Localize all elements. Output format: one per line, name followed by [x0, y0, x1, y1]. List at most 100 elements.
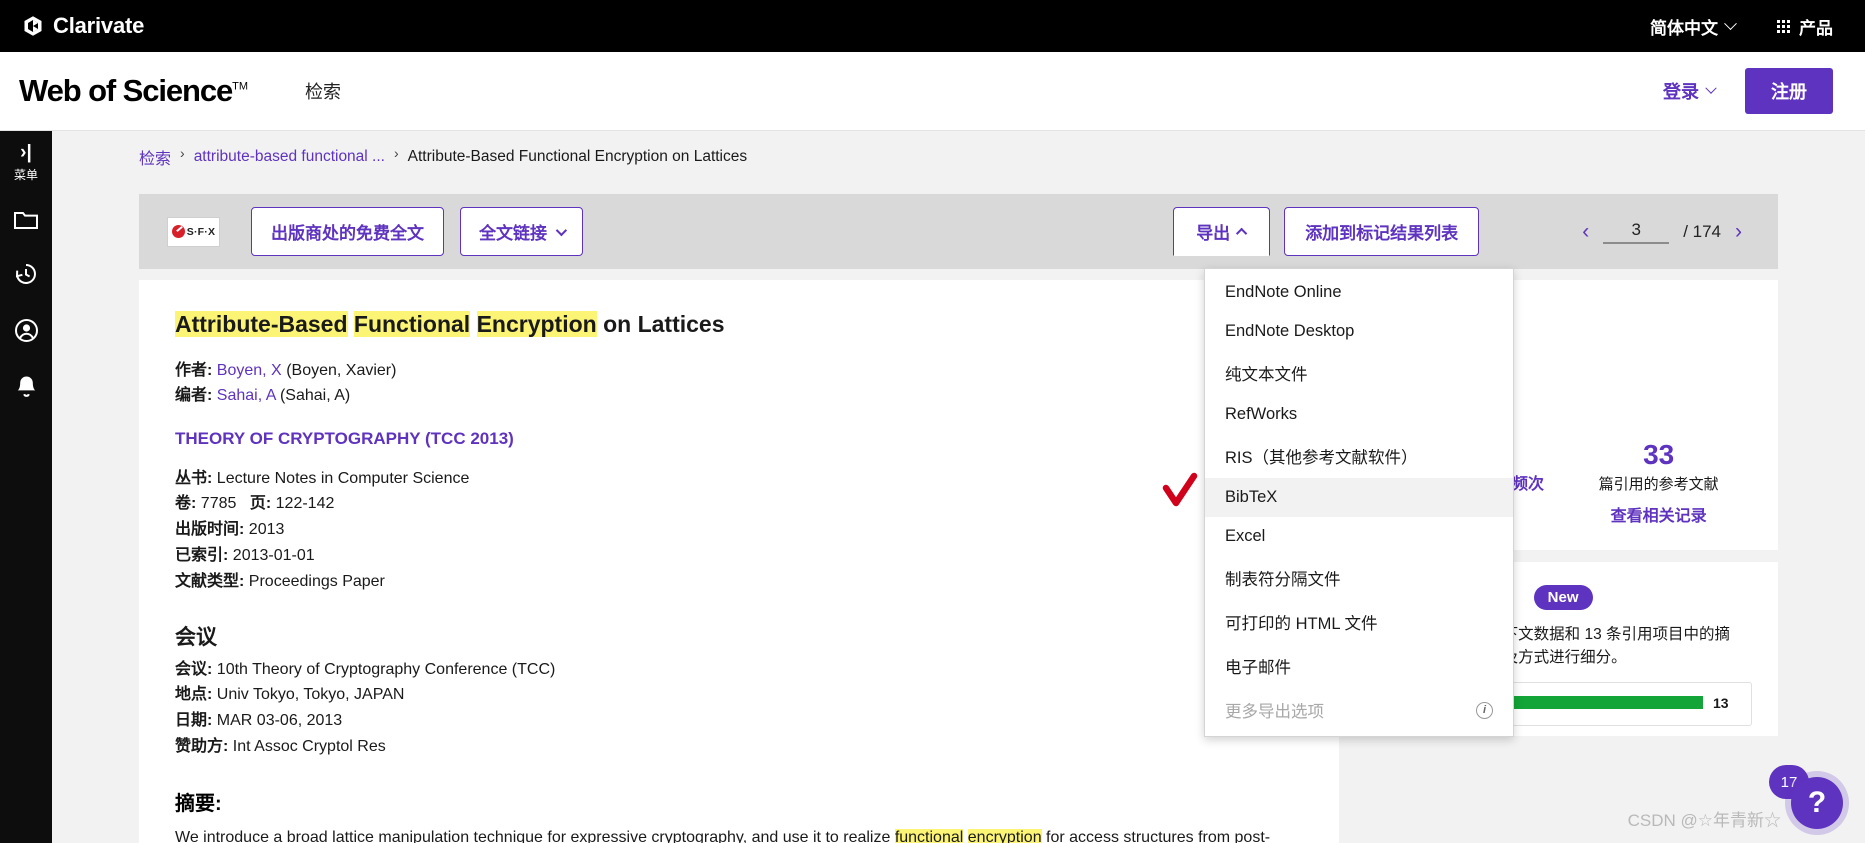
free-fulltext-button[interactable]: 出版商处的免费全文 — [251, 207, 444, 256]
chevron-left-icon[interactable]: ‹ — [1574, 220, 1597, 244]
category-bar-fill — [1495, 696, 1703, 709]
login-label: 登录 — [1663, 82, 1699, 102]
date-value: MAR 03-06, 2013 — [216, 712, 343, 730]
breadcrumb-item-search[interactable]: 检索 — [139, 145, 171, 169]
trademark-symbol: TM — [232, 80, 249, 93]
folder-icon — [14, 209, 38, 230]
export-menu-item[interactable]: 可打印的 HTML 文件 — [1205, 600, 1513, 644]
conference-name-line: 会议: 10th Theory of Cryptography Conferen… — [175, 658, 1303, 683]
doctype-line: 文献类型: Proceedings Paper — [175, 570, 1303, 595]
abstract-highlight-encryption: encryption — [967, 828, 1042, 843]
authors-line: 作者: Boyen, X (Boyen, Xavier) — [175, 359, 1303, 383]
chevron-right-icon[interactable]: › — [1727, 220, 1750, 244]
export-menu-item-label: 可打印的 HTML 文件 — [1225, 615, 1378, 633]
indexed-label: 已索引: — [175, 546, 229, 564]
date-label: 日期: — [175, 712, 213, 730]
record-title-highlight-1: Attribute-Based — [175, 311, 348, 337]
authors-label: 作者: — [175, 361, 213, 379]
profile-icon — [14, 318, 39, 343]
record-contributors: 作者: Boyen, X (Boyen, Xavier) 编者: Sahai, … — [175, 359, 1303, 409]
language-selector[interactable]: 简体中文 — [1650, 14, 1737, 39]
sponsor-value: Int Assoc Cryptol Res — [232, 737, 386, 755]
watermark-text: CSDN @☆年青新☆ — [1627, 811, 1781, 830]
category-bar-track — [1495, 696, 1703, 709]
sidebar-item-history[interactable] — [0, 262, 52, 286]
breadcrumb-separator-icon: › — [180, 145, 185, 161]
sidebar-item-profile[interactable] — [0, 318, 52, 343]
export-menu-item-label: 纯文本文件 — [1225, 366, 1308, 384]
chevron-down-icon — [1705, 82, 1717, 94]
export-menu-item[interactable]: 纯文本文件 — [1205, 351, 1513, 395]
doctype-value: Proceedings Paper — [248, 572, 385, 590]
history-icon — [14, 262, 38, 286]
help-question-icon[interactable]: ? — [1791, 777, 1843, 829]
clarivate-logo[interactable]: Clarivate — [22, 13, 144, 39]
record-pager: ‹ / 174 › — [1574, 219, 1750, 244]
clarivate-brand-name: Clarivate — [53, 13, 145, 38]
export-menu-item-label: BibTeX — [1225, 488, 1278, 506]
wos-product-logo[interactable]: Web of ScienceTM — [19, 73, 248, 109]
export-menu-item[interactable]: BibTeX — [1162, 472, 1513, 517]
export-menu-item-label: RefWorks — [1225, 405, 1298, 423]
authors-full: (Boyen, Xavier) — [286, 361, 397, 379]
pubdate-line: 出版时间: 2013 — [175, 518, 1303, 543]
export-menu-item[interactable]: RefWorks — [1205, 395, 1513, 434]
export-menu-item[interactable]: EndNote Desktop — [1205, 312, 1513, 351]
products-menu[interactable]: 产品 — [1777, 14, 1833, 39]
source-title-link[interactable]: THEORY OF CRYPTOGRAPHY (TCC 2013) — [175, 429, 1303, 449]
sfx-link-button[interactable]: S·F·X — [167, 216, 220, 247]
grid-apps-icon — [1777, 19, 1790, 33]
export-menu-item-label: RIS（其他参考文献软件） — [1225, 449, 1418, 467]
breadcrumb-item-query[interactable]: attribute-based functional ... — [194, 148, 385, 166]
chevron-down-icon — [555, 224, 568, 236]
export-menu-item-label: EndNote Online — [1225, 283, 1342, 301]
export-dropdown-menu[interactable]: EndNote Online EndNote Desktop 纯文本文件 RefWor… — [1162, 268, 1514, 737]
record-title-highlight-2: Functional — [353, 311, 471, 337]
doctype-label: 文献类型: — [175, 572, 245, 590]
export-menu-item[interactable]: Excel — [1205, 517, 1513, 556]
language-label: 简体中文 — [1650, 18, 1718, 38]
info-icon[interactable]: i — [1476, 701, 1493, 719]
sidebar-item-folder[interactable] — [0, 209, 52, 230]
products-label: 产品 — [1799, 18, 1833, 38]
register-button[interactable]: 注册 — [1745, 68, 1833, 114]
add-to-marked-list-button[interactable]: 添加到标记结果列表 — [1284, 207, 1480, 256]
export-menu-item[interactable]: EndNote Online — [1205, 273, 1513, 312]
fulltext-links-button[interactable]: 全文链接 — [460, 207, 583, 256]
page-number-input[interactable] — [1603, 219, 1670, 244]
record-publication-meta: 丛书: Lecture Notes in Computer Science 卷:… — [175, 467, 1303, 595]
sfx-logo-icon — [171, 225, 185, 238]
help-widget[interactable]: 17 ? — [1769, 765, 1843, 829]
login-button[interactable]: 登录 — [1663, 78, 1717, 104]
sidebar-item-alerts[interactable] — [0, 375, 52, 400]
wos-header: Web of ScienceTM 检索 登录 注册 — [0, 52, 1865, 131]
volume-label: 卷: — [175, 495, 197, 513]
export-menu-item[interactable]: 电子邮件 — [1205, 644, 1513, 688]
author-link[interactable]: Boyen, X — [217, 362, 282, 379]
pubdate-value: 2013 — [248, 521, 285, 539]
export-button[interactable]: 导出 — [1173, 207, 1271, 256]
cited-references-label: 篇引用的参考文献 — [1598, 476, 1719, 493]
abstract-p1-text-a: We introduce a broad lattice manipulatio… — [175, 828, 895, 843]
location-line: 地点: Univ Tokyo, Tokyo, JAPAN — [175, 683, 1303, 708]
pages-label: 页: — [249, 495, 272, 513]
abstract-heading: 摘要: — [175, 792, 222, 815]
wos-product-name: Web of Science — [19, 73, 233, 108]
export-menu-item-label: 制表符分隔文件 — [1225, 571, 1341, 589]
page-body: 检索 › attribute-based functional ... › At… — [52, 131, 1865, 843]
record-title: Attribute-Based Functional Encryption on… — [175, 310, 1303, 340]
export-menu-item[interactable]: RIS（其他参考文献软件） — [1205, 434, 1513, 478]
nav-search[interactable]: 检索 — [305, 78, 341, 104]
indexed-value: 2013-01-01 — [232, 546, 315, 564]
sidebar-menu-toggle[interactable]: ›| 菜单 — [0, 143, 52, 183]
location-label: 地点: — [175, 686, 213, 704]
add-to-marked-list-label: 添加到标记结果列表 — [1305, 224, 1459, 243]
export-menu-item[interactable]: 制表符分隔文件 — [1205, 556, 1513, 600]
view-related-records-link[interactable]: 查看相关记录 — [1565, 502, 1752, 526]
editor-link[interactable]: Sahai, A — [217, 387, 276, 404]
alerts-bell-icon — [15, 375, 38, 400]
breadcrumb: 检索 › attribute-based functional ... › At… — [52, 131, 1865, 183]
conference-meta: 会议: 10th Theory of Cryptography Conferen… — [175, 658, 1303, 760]
location-value: Univ Tokyo, Tokyo, JAPAN — [216, 686, 405, 704]
clarivate-topbar: Clarivate 简体中文 产品 — [0, 0, 1865, 52]
